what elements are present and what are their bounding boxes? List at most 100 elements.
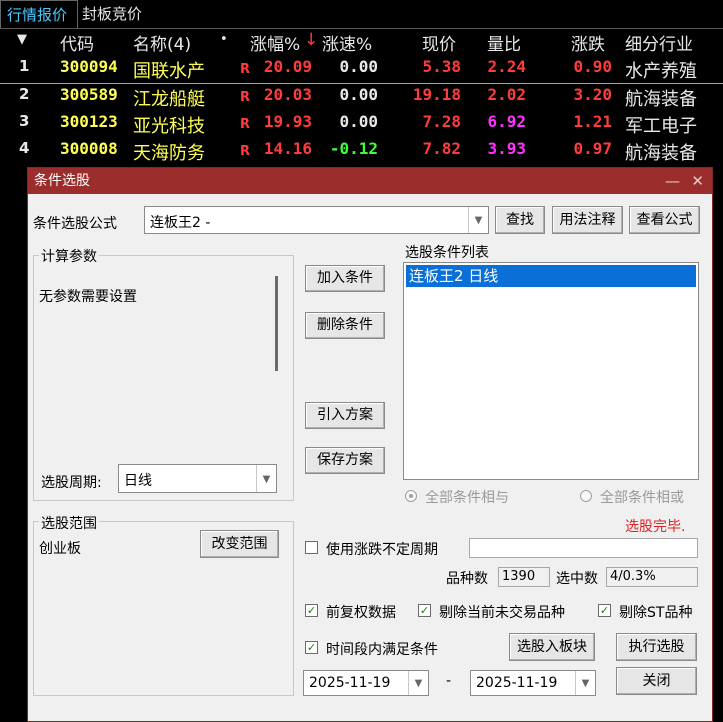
row-index: 1	[19, 57, 30, 75]
add-condition-button[interactable]: 加入条件	[305, 265, 385, 292]
row-price: 5.38	[422, 57, 461, 76]
chevron-down-icon[interactable]: ▼	[468, 207, 488, 233]
header-change[interactable]: 涨跌	[571, 30, 605, 55]
table-row[interactable]: 1 300094 国联水产 R 20.09 0.00 5.38 2.24 0.9…	[0, 57, 723, 84]
selected-label: 选中数	[556, 571, 598, 587]
row-price: 19.18	[412, 85, 461, 104]
table-row[interactable]: 3 300123 亚光科技 R 19.93 0.00 7.28 6.92 1.2…	[0, 112, 723, 139]
row-change: 1.21	[573, 112, 612, 131]
add-to-block-button[interactable]: 选股入板块	[509, 633, 595, 661]
params-text: 无参数需要设置	[39, 289, 137, 305]
row-pct: 20.03	[263, 85, 312, 104]
condition-list[interactable]: 连板王2 日线	[403, 262, 699, 480]
start-date-value: 2025-11-19	[309, 675, 391, 691]
variable-period-checkbox[interactable]: ✓	[305, 541, 318, 554]
end-date-picker[interactable]: 2025-11-19 ▼	[470, 670, 596, 696]
status-text: 选股完毕.	[625, 519, 686, 535]
params-group-label: 计算参数	[39, 246, 99, 266]
header-pct[interactable]: 涨幅%	[250, 30, 300, 55]
formula-value: 连板王2 -	[150, 215, 211, 231]
save-scheme-button[interactable]: 保存方案	[305, 447, 385, 474]
time-range-checkbox[interactable]: ✓	[305, 641, 318, 654]
radio-all-or-label: 全部条件相或	[600, 490, 684, 506]
exclude-untraded-checkbox[interactable]: ✓	[418, 604, 431, 617]
start-date-picker[interactable]: 2025-11-19 ▼	[303, 670, 429, 696]
range-group-label: 选股范围	[39, 513, 99, 533]
exclude-untraded-label: 剔除当前未交易品种	[439, 605, 565, 621]
dialog-title: 条件选股	[34, 173, 90, 189]
params-scrollbar[interactable]	[275, 276, 278, 371]
header-industry[interactable]: 细分行业	[625, 30, 693, 55]
row-industry: 军工电子	[625, 116, 697, 137]
variety-count: 1390	[498, 567, 550, 587]
date-separator: -	[446, 673, 452, 689]
import-scheme-button[interactable]: 引入方案	[305, 402, 385, 429]
formula-label: 条件选股公式	[33, 216, 117, 232]
change-range-button[interactable]: 改变范围	[200, 530, 279, 558]
close-button[interactable]: 关闭	[616, 667, 697, 695]
row-volume-ratio: 2.24	[487, 57, 526, 76]
row-volume-ratio: 6.92	[487, 112, 526, 131]
header-code[interactable]: 代码	[60, 30, 94, 55]
table-row[interactable]: 2 300589 江龙船艇 R 20.03 0.00 19.18 2.02 3.…	[0, 85, 723, 112]
row-change: 0.90	[573, 57, 612, 76]
row-industry: 航海装备	[625, 89, 697, 110]
radio-all-or[interactable]	[580, 490, 592, 502]
row-index: 4	[19, 139, 30, 157]
chevron-down-icon[interactable]: ▼	[256, 465, 276, 492]
tab-limit-auction[interactable]: 封板竞价	[76, 0, 148, 28]
period-value: 日线	[124, 473, 152, 489]
row-industry: 水产养殖	[625, 61, 697, 82]
formula-select[interactable]: 连板王2 - ▼	[144, 206, 489, 234]
chevron-down-icon[interactable]: ▼	[408, 671, 428, 695]
row-code: 300094	[60, 57, 118, 76]
list-item[interactable]: 连板王2 日线	[406, 265, 696, 287]
row-name: 国联水产	[133, 61, 205, 82]
header-speed[interactable]: 涨速%	[322, 30, 372, 55]
tab-quotes[interactable]: 行情报价	[0, 0, 78, 28]
row-speed: 0.00	[339, 57, 378, 76]
row-speed: 0.00	[339, 112, 378, 131]
close-icon[interactable]: ✕	[691, 168, 704, 194]
find-button[interactable]: 查找	[495, 206, 545, 234]
forward-adjust-checkbox[interactable]: ✓	[305, 604, 318, 617]
row-change: 0.97	[573, 139, 612, 158]
row-flag: R	[240, 62, 251, 77]
execute-selection-button[interactable]: 执行选股	[616, 633, 697, 661]
view-formula-button[interactable]: 查看公式	[629, 206, 700, 234]
row-volume-ratio: 2.02	[487, 85, 526, 104]
market-tabs: 行情报价 封板竞价	[0, 0, 723, 29]
dialog-titlebar[interactable]: 条件选股 — ✕	[28, 168, 712, 194]
condition-stock-picker-dialog: 条件选股 — ✕ 条件选股公式 连板王2 - ▼ 查找 用法注释 查看公式 计算…	[27, 167, 713, 722]
radio-all-and[interactable]	[405, 490, 417, 502]
variety-label: 品种数	[446, 571, 488, 587]
variable-period-label: 使用涨跌不定周期	[326, 542, 438, 558]
radio-all-and-label: 全部条件相与	[425, 490, 509, 506]
end-date-value: 2025-11-19	[476, 675, 558, 691]
row-pct: 19.93	[263, 112, 312, 131]
row-code: 300008	[60, 139, 118, 158]
header-volume-ratio[interactable]: 量比	[487, 30, 521, 55]
row-speed: 0.00	[339, 85, 378, 104]
delete-condition-button[interactable]: 删除条件	[305, 312, 385, 339]
row-pct: 14.16	[263, 139, 312, 158]
table-row[interactable]: 4 300008 天海防务 R 14.16 -0.12 7.82 3.93 0.…	[0, 139, 723, 166]
exclude-st-checkbox[interactable]: ✓	[598, 604, 611, 617]
header-name[interactable]: 名称(4)	[133, 30, 191, 55]
usage-notes-button[interactable]: 用法注释	[552, 206, 623, 234]
header-menu-arrow-icon[interactable]: ▼	[17, 32, 27, 47]
sort-desc-arrow-icon: ↓	[304, 30, 319, 50]
header-price[interactable]: 现价	[422, 30, 456, 55]
row-industry: 航海装备	[625, 143, 697, 164]
minimize-icon[interactable]: —	[665, 168, 680, 194]
header-dot: •	[220, 32, 228, 47]
row-code: 300589	[60, 85, 118, 104]
chevron-down-icon[interactable]: ▼	[575, 671, 595, 695]
selected-row-underline	[0, 83, 723, 84]
period-select[interactable]: 日线 ▼	[118, 464, 277, 493]
row-code: 300123	[60, 112, 118, 131]
row-name: 天海防务	[133, 143, 205, 164]
row-volume-ratio: 3.93	[487, 139, 526, 158]
variable-period-input[interactable]	[469, 538, 698, 558]
row-index: 3	[19, 112, 30, 130]
